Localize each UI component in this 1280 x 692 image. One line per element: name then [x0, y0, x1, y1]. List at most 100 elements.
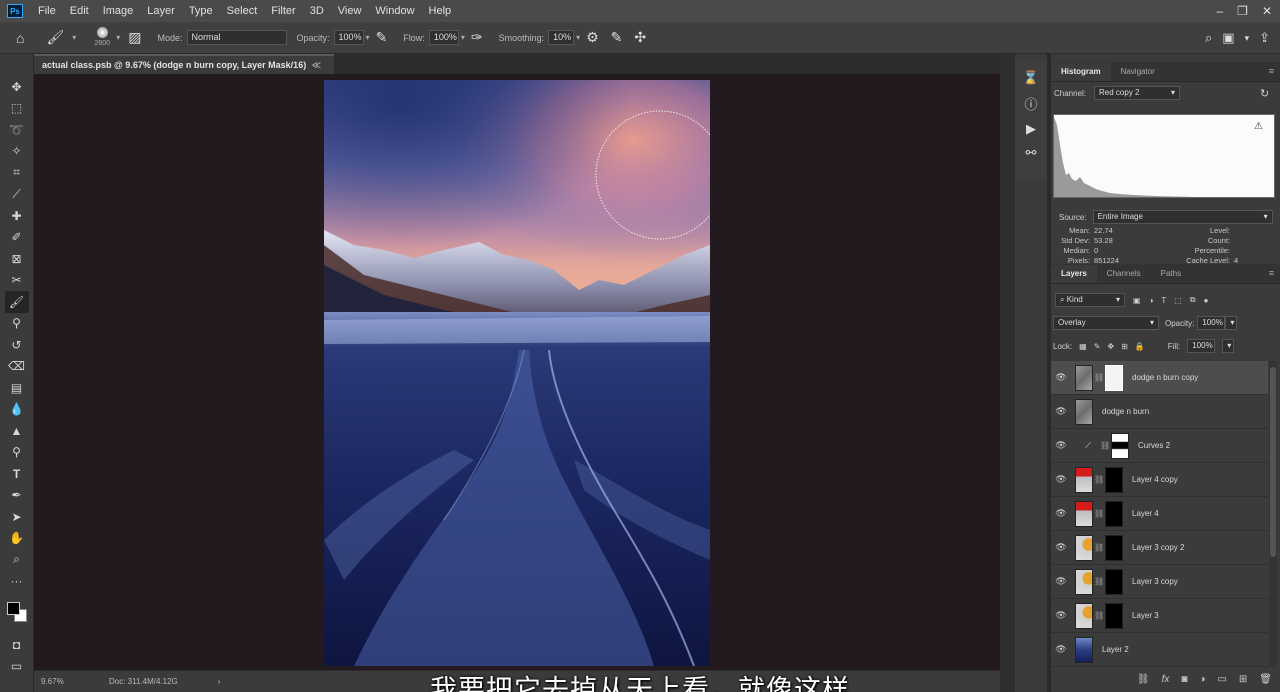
- fill-dropdown[interactable]: ▾: [1222, 339, 1235, 353]
- link-icon[interactable]: ⛓: [1094, 373, 1104, 382]
- eye-icon[interactable]: 👁: [1051, 542, 1071, 553]
- close-icon[interactable]: ✕: [1262, 4, 1272, 18]
- path-selection-tool-icon[interactable]: ➤: [5, 506, 29, 528]
- opacity-input[interactable]: 100%: [333, 30, 364, 45]
- chevron-down-icon[interactable]: ▾: [461, 33, 465, 42]
- move-tool-icon[interactable]: ✥: [5, 76, 29, 98]
- layer-mask-thumbnail[interactable]: [1105, 534, 1123, 561]
- tab-layers[interactable]: Layers: [1051, 265, 1097, 283]
- menu-view[interactable]: View: [331, 0, 369, 22]
- pressure-opacity-icon[interactable]: ✎: [376, 29, 388, 46]
- eye-icon[interactable]: 👁: [1051, 372, 1071, 383]
- eye-icon[interactable]: 👁: [1051, 474, 1071, 485]
- layer-row[interactable]: 👁 dodge n burn: [1051, 395, 1268, 429]
- quick-mask-icon[interactable]: ◘: [5, 634, 29, 656]
- layer-mask-thumbnail[interactable]: [1105, 364, 1123, 391]
- layer-name[interactable]: Layer 4: [1132, 509, 1159, 518]
- layer-mask-thumbnail[interactable]: [1105, 466, 1123, 493]
- eye-icon[interactable]: 👁: [1051, 406, 1071, 417]
- clone-stamp-tool-icon[interactable]: ⚲: [5, 313, 29, 335]
- layers-scrollbar[interactable]: [1269, 361, 1277, 667]
- chevron-down-icon[interactable]: ▾: [366, 33, 370, 42]
- filter-shape-icon[interactable]: ⬚: [1174, 296, 1182, 305]
- menu-window[interactable]: Window: [368, 0, 421, 22]
- chevron-down-icon[interactable]: ▾: [576, 33, 580, 42]
- eye-icon[interactable]: 👁: [1051, 576, 1071, 587]
- warning-icon[interactable]: ⚠: [1254, 121, 1263, 132]
- eraser-tool-icon[interactable]: ⌫: [5, 356, 29, 378]
- fill-input[interactable]: 100%: [1187, 339, 1216, 353]
- filter-toggle-icon[interactable]: ●: [1204, 296, 1209, 305]
- layer-mask-thumbnail[interactable]: [1111, 432, 1129, 459]
- flow-input[interactable]: 100%: [428, 30, 459, 45]
- layer-row[interactable]: 👁 ⛓ Layer 3 copy: [1051, 565, 1268, 599]
- link-icon[interactable]: ⛓: [1094, 509, 1104, 518]
- sharpen-tool-icon[interactable]: ▲: [5, 420, 29, 442]
- symmetry-icon[interactable]: ✣: [634, 29, 646, 46]
- actions-panel-icon[interactable]: ▶: [1026, 121, 1036, 137]
- layer-row[interactable]: 👁 Layer 2: [1051, 633, 1268, 667]
- source-select[interactable]: Entire Image ▾: [1092, 210, 1273, 224]
- panel-menu-icon[interactable]: ≡: [1269, 268, 1274, 278]
- home-icon[interactable]: ⌂: [16, 30, 24, 46]
- crop-tool-icon[interactable]: ⌗: [5, 162, 29, 184]
- scrollbar-thumb[interactable]: [1270, 367, 1276, 557]
- eye-icon[interactable]: 👁: [1051, 508, 1071, 519]
- menu-layer[interactable]: Layer: [140, 0, 182, 22]
- type-tool-icon[interactable]: T: [5, 463, 29, 485]
- layer-opacity-input[interactable]: 100%: [1197, 316, 1226, 330]
- eyedropper-tool-icon[interactable]: ⟋: [5, 184, 29, 206]
- layer-row[interactable]: 👁 ⛓ Layer 3: [1051, 599, 1268, 633]
- layer-name[interactable]: dodge n burn: [1102, 407, 1149, 416]
- layer-row[interactable]: 👁 ⛓ dodge n burn copy: [1051, 361, 1268, 395]
- blur-tool-icon[interactable]: 💧: [5, 399, 29, 421]
- layer-opacity-dropdown[interactable]: ▾: [1225, 316, 1238, 330]
- zoom-tool-icon[interactable]: ⌕: [5, 549, 29, 571]
- link-icon[interactable]: ⛓: [1094, 577, 1104, 586]
- filter-pixel-icon[interactable]: ▣: [1133, 296, 1141, 305]
- lock-transparency-icon[interactable]: ▦: [1079, 342, 1087, 351]
- layer-mask-thumbnail[interactable]: [1105, 602, 1123, 629]
- eye-icon[interactable]: 👁: [1051, 440, 1071, 451]
- filter-type-icon[interactable]: T: [1161, 296, 1166, 305]
- document-tab[interactable]: actual class.psb @ 9.67% (dodge n burn c…: [34, 54, 334, 74]
- pen-tool-icon[interactable]: ✒: [5, 485, 29, 507]
- menu-3d[interactable]: 3D: [303, 0, 331, 22]
- layer-name[interactable]: Layer 3: [1132, 611, 1159, 620]
- smoothing-input[interactable]: 10%: [548, 30, 575, 45]
- layer-name[interactable]: Layer 3 copy 2: [1132, 543, 1184, 552]
- mode-select[interactable]: Normal: [186, 30, 287, 45]
- canvas-area[interactable]: [34, 74, 1000, 670]
- layer-row[interactable]: 👁 ⛓ Layer 3 copy 2: [1051, 531, 1268, 565]
- menu-image[interactable]: Image: [96, 0, 141, 22]
- menu-file[interactable]: File: [31, 0, 63, 22]
- layer-mask-thumbnail[interactable]: [1105, 568, 1123, 595]
- menu-help[interactable]: Help: [422, 0, 459, 22]
- history-panel-icon[interactable]: ⌛: [1023, 70, 1039, 86]
- lock-all-icon[interactable]: 🔒: [1135, 342, 1145, 351]
- link-icon[interactable]: ⛓: [1094, 475, 1104, 484]
- tab-navigator[interactable]: Navigator: [1111, 63, 1165, 81]
- tab-paths[interactable]: Paths: [1151, 265, 1191, 283]
- layer-filter-select[interactable]: ⌕ Kind ▾: [1055, 293, 1125, 307]
- channel-select[interactable]: Red copy 2 ▾: [1094, 86, 1181, 100]
- chevron-down-icon[interactable]: ▾: [1245, 33, 1250, 44]
- layer-name[interactable]: Curves 2: [1138, 441, 1170, 450]
- link-icon[interactable]: ⛓: [1100, 441, 1110, 450]
- cross-tool-icon[interactable]: ✂: [5, 270, 29, 292]
- search-icon[interactable]: ⌕: [1205, 30, 1212, 46]
- brush-settings-panel-icon[interactable]: ⚯: [1026, 145, 1037, 161]
- layer-name[interactable]: dodge n burn copy: [1132, 373, 1198, 382]
- color-swatches[interactable]: [5, 600, 29, 624]
- gear-icon[interactable]: ⚙: [586, 29, 599, 46]
- eye-icon[interactable]: 👁: [1051, 644, 1071, 655]
- layer-row[interactable]: 👁 ⟋ ⛓ Curves 2: [1051, 429, 1268, 463]
- menu-filter[interactable]: Filter: [264, 0, 302, 22]
- menu-type[interactable]: Type: [182, 0, 220, 22]
- layer-name[interactable]: Layer 4 copy: [1132, 475, 1178, 484]
- panel-menu-icon[interactable]: ≡: [1269, 66, 1274, 76]
- lasso-tool-icon[interactable]: ➰: [5, 119, 29, 141]
- minimize-icon[interactable]: –: [1216, 4, 1223, 18]
- brush-tool-preset-icon[interactable]: 🖌: [46, 29, 64, 46]
- tab-channels[interactable]: Channels: [1097, 265, 1151, 283]
